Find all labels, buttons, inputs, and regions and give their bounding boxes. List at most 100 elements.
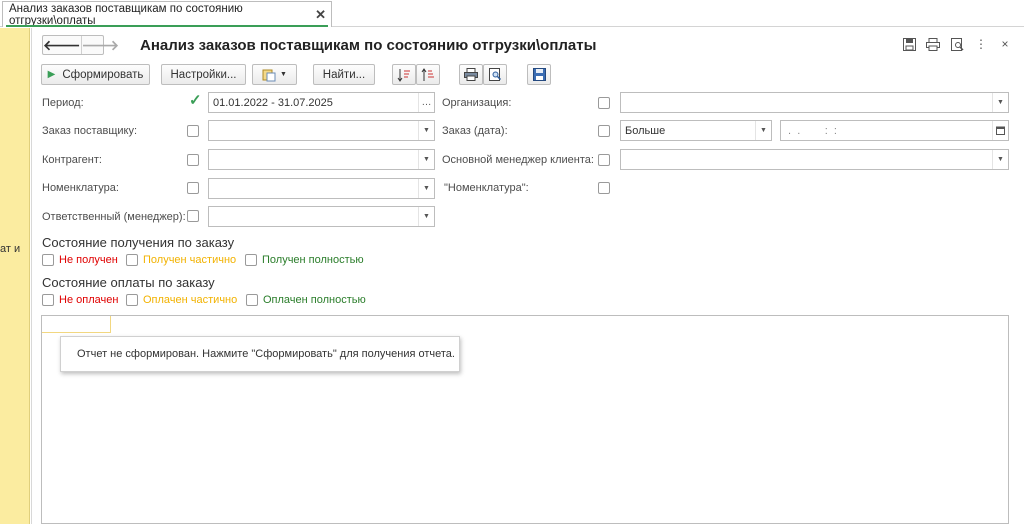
nomenclature-checkbox[interactable] (187, 182, 199, 194)
payment-option-partially[interactable]: Оплачен частично (126, 294, 237, 306)
period-value: 01.01.2022 - 31.07.2025 (213, 96, 333, 109)
responsible-field[interactable]: ▼ (208, 206, 435, 227)
calendar-icon[interactable] (992, 121, 1008, 140)
order-date-condition-select[interactable]: Больше ▼ (620, 120, 772, 141)
payment-fully-checkbox[interactable] (246, 294, 258, 306)
receipt-option-not-received[interactable]: Не получен (42, 254, 118, 266)
tab-active-indicator (6, 25, 328, 27)
main-manager-field[interactable]: ▼ (620, 149, 1009, 170)
report-message-text: Отчет не сформирован. Нажмите "Сформиров… (77, 348, 455, 360)
supplier-order-dropdown-icon[interactable]: ▼ (418, 121, 434, 140)
tab-report[interactable]: Анализ заказов поставщикам по состоянию … (2, 1, 332, 27)
period-label: Период: (42, 97, 84, 109)
generate-button-label: Сформировать (62, 68, 144, 81)
receipt-option-partially[interactable]: Получен частично (126, 254, 236, 266)
organization-field[interactable]: ▼ (620, 92, 1009, 113)
settings-button-label: Настройки... (170, 68, 237, 81)
responsible-label: Ответственный (менеджер): (42, 211, 186, 223)
sort-descending-icon (421, 67, 434, 81)
tab-close-icon[interactable]: ✕ (315, 7, 326, 23)
left-panel-text: ат и (0, 243, 21, 255)
nomenclature-dropdown-icon[interactable]: ▼ (418, 179, 434, 198)
responsible-dropdown-icon[interactable]: ▼ (418, 207, 434, 226)
sort-descending-button[interactable] (416, 64, 440, 85)
counterparty-label: Контрагент: (42, 154, 102, 166)
main-manager-label: Основной менеджер клиента: (442, 154, 594, 166)
nomenclature-quoted-label: "Номенклатура": (444, 182, 529, 194)
period-select-button[interactable]: … (418, 93, 434, 112)
report-variant-icon (262, 69, 276, 81)
payment-fully-label: Оплачен полностью (263, 294, 366, 306)
page-title: Анализ заказов поставщикам по состоянию … (140, 37, 597, 54)
main-manager-dropdown-icon[interactable]: ▼ (992, 150, 1008, 169)
order-date-field[interactable]: . . : : (780, 120, 1009, 141)
receipt-state-title: Состояние получения по заказу (42, 235, 235, 250)
receipt-partially-checkbox[interactable] (126, 254, 138, 266)
print-preview-icon (488, 68, 501, 81)
print-preview-button[interactable] (483, 64, 507, 85)
nomenclature-quoted-checkbox[interactable] (598, 182, 610, 194)
play-icon: ▶ (47, 69, 56, 80)
navigation-buttons: 🡐 🡒 (42, 35, 119, 55)
responsible-checkbox[interactable] (187, 210, 199, 222)
print-button[interactable] (459, 64, 483, 85)
tab-title: Анализ заказов поставщикам по состоянию … (9, 2, 243, 27)
period-checkbox[interactable] (189, 91, 202, 109)
counterparty-checkbox[interactable] (187, 154, 199, 166)
payment-option-fully[interactable]: Оплачен полностью (246, 294, 366, 306)
period-field[interactable]: 01.01.2022 - 31.07.2025 … (208, 92, 435, 113)
payment-partially-label: Оплачен частично (143, 294, 238, 306)
report-form: 🡐 🡒 Анализ заказов поставщикам по состоя… (31, 28, 1024, 524)
back-arrow-icon[interactable]: 🡐 (43, 36, 81, 54)
variant-menu-button[interactable]: ▼ (252, 64, 297, 85)
header-icons: ⋮ × (902, 37, 1012, 51)
payment-not-paid-label: Не оплачен (59, 294, 119, 306)
preview-icon[interactable] (950, 37, 964, 51)
active-cell-border (110, 316, 111, 332)
report-spreadsheet[interactable]: Отчет не сформирован. Нажмите "Сформиров… (41, 315, 1009, 524)
payment-state-title: Состояние оплаты по заказу (42, 275, 215, 290)
save-report-button[interactable] (527, 64, 551, 85)
save-icon[interactable] (902, 37, 916, 51)
receipt-fully-checkbox[interactable] (245, 254, 257, 266)
order-date-label: Заказ (дата): (442, 125, 508, 137)
organization-label: Организация: (442, 97, 512, 109)
organization-checkbox[interactable] (598, 97, 610, 109)
organization-dropdown-icon[interactable]: ▼ (992, 93, 1008, 112)
report-not-generated-message: Отчет не сформирован. Нажмите "Сформиров… (60, 336, 460, 372)
nomenclature-label: Номенклатура: (42, 182, 119, 194)
more-icon[interactable]: ⋮ (974, 37, 988, 51)
counterparty-dropdown-icon[interactable]: ▼ (418, 150, 434, 169)
receipt-not-received-checkbox[interactable] (42, 254, 54, 266)
receipt-option-fully[interactable]: Получен полностью (245, 254, 364, 266)
forward-arrow-icon[interactable]: 🡒 (80, 36, 119, 54)
close-icon[interactable]: × (998, 37, 1012, 51)
sort-ascending-icon (397, 68, 410, 82)
left-side-panel: ат и (0, 28, 30, 524)
tab-strip: Анализ заказов поставщикам по состоянию … (0, 0, 1024, 27)
print-icon[interactable] (926, 37, 940, 51)
receipt-partially-label: Получен частично (143, 254, 237, 266)
order-date-condition-dropdown-icon[interactable]: ▼ (755, 121, 771, 140)
chevron-down-icon: ▼ (280, 71, 287, 78)
order-date-checkbox[interactable] (598, 125, 610, 137)
order-date-value: . . : : (785, 124, 837, 137)
main-manager-checkbox[interactable] (598, 154, 610, 166)
receipt-fully-label: Получен полностью (262, 254, 364, 266)
payment-not-paid-checkbox[interactable] (42, 294, 54, 306)
payment-partially-checkbox[interactable] (126, 294, 138, 306)
supplier-order-checkbox[interactable] (187, 125, 199, 137)
settings-button[interactable]: Настройки... (161, 64, 246, 85)
supplier-order-field[interactable]: ▼ (208, 120, 435, 141)
nomenclature-field[interactable]: ▼ (208, 178, 435, 199)
supplier-order-label: Заказ поставщику: (42, 125, 138, 137)
find-button[interactable]: Найти... (313, 64, 375, 85)
counterparty-field[interactable]: ▼ (208, 149, 435, 170)
find-button-label: Найти... (322, 68, 366, 81)
receipt-not-received-label: Не получен (59, 254, 118, 266)
payment-option-not-paid[interactable]: Не оплачен (42, 294, 118, 306)
toolbar: ▶ Сформировать Настройки... ▼ Найти... (41, 64, 941, 86)
floppy-disk-icon (532, 68, 546, 81)
generate-button[interactable]: ▶ Сформировать (41, 64, 150, 85)
sort-ascending-button[interactable] (392, 64, 416, 85)
